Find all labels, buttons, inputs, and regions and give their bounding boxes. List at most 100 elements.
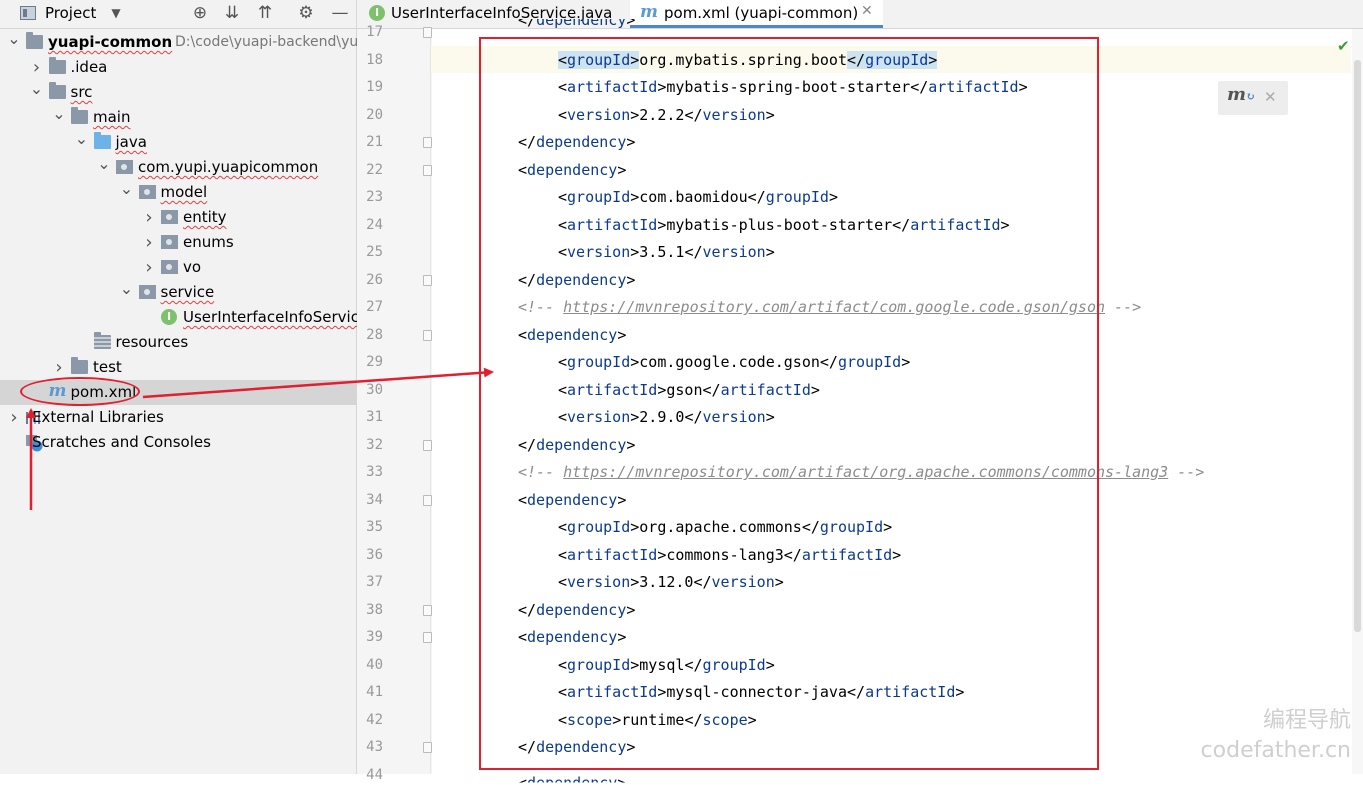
chevron-right-icon[interactable]: ›: [29, 55, 45, 80]
package-icon: [138, 185, 156, 199]
chevron-down-icon[interactable]: ⌄: [74, 130, 90, 155]
project-view-icon[interactable]: [20, 6, 36, 20]
line-number: 31: [366, 409, 383, 425]
tree-item-model[interactable]: ⌄ model: [0, 180, 356, 205]
tree-item-main[interactable]: ⌄ main: [0, 105, 356, 130]
chevron-down-icon[interactable]: ⌄: [96, 155, 112, 180]
watermark: 编程导航 codefather.cn: [1201, 706, 1351, 766]
chevron-right-icon[interactable]: ›: [141, 205, 157, 230]
gear-icon[interactable]: ⚙: [296, 3, 316, 23]
chevron-down-icon[interactable]: ⌄: [29, 80, 45, 105]
interface-icon: I: [161, 309, 177, 325]
chevron-right-icon[interactable]: ›: [6, 405, 22, 430]
fold-marker-icon[interactable]: [423, 137, 432, 148]
line-number: 44: [366, 766, 383, 783]
tab-label: pom.xml (yuapi-common): [664, 4, 859, 22]
expand-all-icon[interactable]: ⇊: [222, 3, 242, 23]
tree-item-label: com.yupi.yuapicommon: [138, 158, 319, 176]
line-number: 43: [366, 739, 383, 755]
close-icon[interactable]: ✕: [1264, 88, 1277, 106]
maven-icon: m: [640, 2, 658, 22]
tree-item-label: test: [93, 358, 122, 376]
chevron-down-icon[interactable]: ⌄: [6, 30, 22, 55]
tree-item-label: vo: [183, 258, 202, 276]
tree-item-label: resources: [115, 333, 189, 351]
tab-pom-xml[interactable]: m pom.xml (yuapi-common) ✕: [630, 0, 883, 28]
package-icon: [138, 285, 156, 299]
fold-marker-icon[interactable]: [423, 329, 432, 341]
chevron-down-icon[interactable]: ⌄: [119, 180, 135, 205]
package-icon: [161, 260, 178, 274]
tree-item-enums[interactable]: › enums: [0, 230, 356, 255]
tree-item-vo[interactable]: › vo: [0, 255, 356, 280]
tree-item-label: src: [70, 83, 93, 101]
watermark-line-2: codefather.cn: [1200, 738, 1351, 763]
chevron-right-icon[interactable]: ›: [51, 355, 67, 380]
project-panel-title[interactable]: Project: [45, 4, 96, 22]
package-icon: [116, 160, 133, 174]
annotation-circle: [20, 377, 140, 406]
collapse-all-icon[interactable]: ⇈: [255, 3, 275, 23]
line-number: 33: [366, 464, 383, 480]
tree-item-label: External Libraries: [32, 408, 164, 426]
resources-folder-icon: [93, 332, 111, 349]
tree-item-src[interactable]: ⌄ src: [0, 80, 356, 105]
chevron-down-icon[interactable]: ⌄: [51, 105, 67, 130]
tree-item-yuapi-common[interactable]: ⌄ yuapi-common D:\code\yuapi-backend\yua: [0, 30, 367, 55]
tree-item-test[interactable]: › test: [0, 355, 356, 380]
tree-item-label: Scratches and Consoles: [32, 433, 211, 451]
line-number: 29: [366, 354, 383, 370]
scrollbar-thumb[interactable]: [1354, 60, 1361, 632]
line-number: 18: [366, 51, 383, 68]
fold-marker-icon[interactable]: [423, 632, 432, 643]
source-folder-icon: [93, 132, 111, 149]
line-number: 21: [366, 134, 383, 150]
fold-marker-icon[interactable]: [423, 604, 432, 616]
project-panel-header: Project ▼ ⊕ ⇊ ⇈ ⚙ —: [0, 0, 356, 29]
line-number: 35: [366, 519, 383, 535]
tree-item-entity[interactable]: › entity: [0, 205, 356, 230]
chevron-down-icon[interactable]: ⌄: [119, 280, 135, 305]
chevron-down-icon[interactable]: ▼: [106, 3, 126, 23]
tree-item--idea[interactable]: › .idea: [0, 55, 356, 80]
hide-panel-icon[interactable]: —: [330, 3, 350, 23]
fold-marker-icon[interactable]: [423, 27, 432, 38]
line-number: 40: [366, 656, 383, 673]
line-number: 26: [366, 271, 383, 288]
maven-reload-icon[interactable]: m↻: [1227, 84, 1255, 105]
line-number: 41: [366, 684, 383, 700]
line-number: 23: [366, 189, 383, 205]
fold-marker-icon[interactable]: [423, 494, 432, 506]
line-number: 34: [366, 491, 383, 508]
tree-item-scratches-and-consoles[interactable]: Scratches and Consoles: [0, 430, 356, 455]
line-number: 25: [366, 244, 383, 260]
line-number: 39: [366, 629, 383, 645]
chevron-right-icon[interactable]: ›: [141, 255, 157, 280]
line-number: 22: [366, 161, 383, 178]
folder-icon: [48, 57, 66, 74]
inspection-ok-icon[interactable]: ✔: [1337, 37, 1350, 55]
interface-icon: I: [369, 5, 385, 21]
tree-item-label: .idea: [70, 58, 108, 76]
chevron-right-icon[interactable]: ›: [141, 230, 157, 255]
close-tab-icon[interactable]: ✕: [861, 3, 873, 19]
tree-item-label: java: [115, 133, 147, 151]
line-number: 38: [366, 601, 383, 618]
tree-item-external-libraries[interactable]: › External Libraries: [0, 405, 356, 430]
module-path: D:\code\yuapi-backend\yua: [175, 34, 367, 50]
fold-marker-icon[interactable]: [423, 742, 432, 753]
fold-marker-icon[interactable]: [423, 164, 432, 176]
tree-item-resources[interactable]: resources: [0, 330, 356, 355]
folder-icon: [48, 82, 66, 99]
folder-icon: [71, 357, 88, 374]
tree-item-com-yupi-yuapicommon[interactable]: ⌄ com.yupi.yuapicommon: [0, 155, 356, 180]
tree-item-label: enums: [183, 233, 234, 251]
tree-item-java[interactable]: ⌄ java: [0, 130, 356, 155]
tree-item-userinterfaceinfoservice[interactable]: I UserInterfaceInfoService: [0, 305, 368, 330]
fold-marker-icon[interactable]: [423, 439, 432, 451]
line-number: 36: [366, 546, 383, 563]
tree-item-service[interactable]: ⌄ service: [0, 280, 356, 305]
fold-marker-icon[interactable]: [423, 274, 432, 286]
line-number: 37: [366, 574, 383, 590]
locate-icon[interactable]: ⊕: [190, 3, 210, 23]
